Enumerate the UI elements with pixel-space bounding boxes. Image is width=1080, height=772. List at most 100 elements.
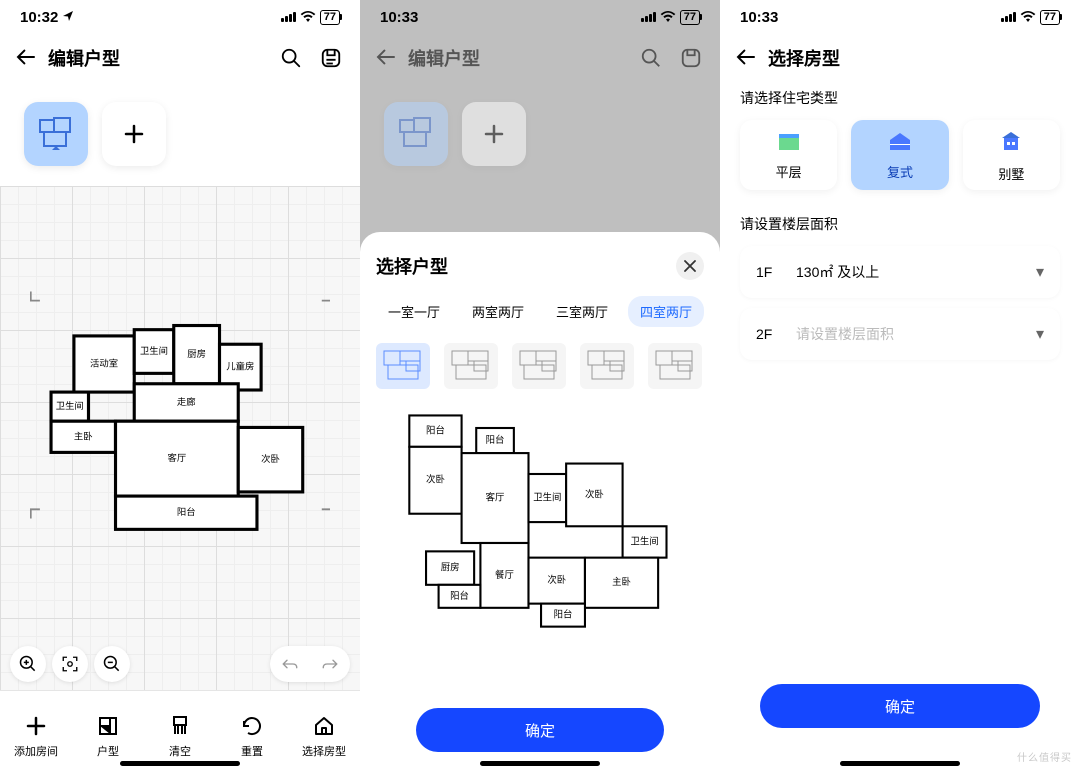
confirm-button[interactable]: 确定 xyxy=(416,708,664,752)
house-type-icon xyxy=(776,130,802,158)
tabbar-item-添加房间[interactable]: 添加房间 xyxy=(0,691,72,772)
status-time: 10:32 xyxy=(20,9,58,26)
room-label: 厨房 xyxy=(441,562,460,573)
navbar: 编辑户型 xyxy=(0,34,360,82)
room-label: 走廊 xyxy=(177,396,196,407)
thumbnail-row xyxy=(0,82,360,186)
+-icon xyxy=(24,713,48,739)
room-label: 客厅 xyxy=(168,452,187,463)
zoom-out-button[interactable] xyxy=(94,646,130,682)
status-bar: 10:32 77 xyxy=(0,0,360,34)
layout-tab[interactable]: 四室两厅 xyxy=(628,296,704,327)
battery-indicator: 77 xyxy=(680,10,700,25)
house-type-icon xyxy=(998,128,1024,160)
room-label: 阳台 xyxy=(426,425,445,436)
tabbar-label: 清空 xyxy=(169,743,191,759)
save-button[interactable] xyxy=(318,45,344,71)
plan-icon xyxy=(96,713,120,739)
home-icon xyxy=(312,713,336,739)
search-button[interactable] xyxy=(278,45,304,71)
back-button[interactable] xyxy=(736,45,756,71)
room-label: 阳台 xyxy=(486,434,505,445)
layout-tab[interactable]: 两室两厅 xyxy=(460,296,536,327)
page-title: 选择房型 xyxy=(768,45,1064,71)
room-label: 主卧 xyxy=(612,576,631,587)
house-type-label: 复式 xyxy=(887,162,913,181)
confirm-button[interactable]: 确定 xyxy=(760,684,1040,728)
floor-area-item[interactable]: 2F请设置楼层面积▾ xyxy=(740,308,1060,360)
chevron-down-icon: ▾ xyxy=(1036,262,1044,282)
status-bar: 10:33 77 xyxy=(360,0,720,34)
status-bar: 10:33 77 xyxy=(720,0,1080,34)
bottom-tabbar: 添加房间户型清空 重置选择房型 xyxy=(0,690,360,772)
house-type-card[interactable]: 平层 xyxy=(740,120,837,190)
tabbar-item-户型[interactable]: 户型 xyxy=(72,691,144,772)
house-type-label: 别墅 xyxy=(998,164,1024,183)
room-label: 阳台 xyxy=(450,590,469,601)
close-button[interactable] xyxy=(676,252,704,280)
page-title: 编辑户型 xyxy=(408,45,626,71)
undo-redo-controls xyxy=(270,646,350,682)
wifi-icon xyxy=(660,9,676,26)
room-label: 活动室 xyxy=(90,357,118,368)
room-label: 客厅 xyxy=(486,492,505,503)
sheet-title: 选择户型 xyxy=(376,253,448,279)
navbar: 编辑户型 xyxy=(360,34,720,82)
current-plan-thumb[interactable] xyxy=(24,102,88,166)
room-label: 次卧 xyxy=(547,574,566,585)
back-button[interactable] xyxy=(376,45,396,71)
search-button[interactable] xyxy=(638,45,664,71)
layout-tab[interactable]: 一室一厅 xyxy=(376,296,452,327)
layout-preset-thumb[interactable] xyxy=(512,343,566,389)
tabbar-item-清空[interactable]: 清空 xyxy=(144,691,216,772)
battery-indicator: 77 xyxy=(320,10,340,25)
wifi-icon xyxy=(300,9,316,26)
floor-value: 130㎡ 及以上 xyxy=(796,262,1036,282)
fit-screen-button[interactable] xyxy=(52,646,88,682)
layout-preset-thumb[interactable] xyxy=(580,343,634,389)
navbar: 选择房型 xyxy=(720,34,1080,82)
zoom-controls xyxy=(10,646,136,682)
redo-button[interactable] xyxy=(310,646,350,682)
thumbnail-row xyxy=(360,82,720,186)
battery-indicator: 77 xyxy=(1040,10,1060,25)
undo-button[interactable] xyxy=(270,646,310,682)
room-label: 儿童房 xyxy=(226,361,254,372)
section-label-floor: 请设置楼层面积 xyxy=(720,208,1080,246)
reset-icon xyxy=(240,713,264,739)
watermark: 什么值得买 xyxy=(1017,749,1072,764)
tabbar-label: 选择房型 xyxy=(302,743,346,759)
room-label: 次卧 xyxy=(261,453,280,464)
floor-id: 2F xyxy=(756,326,796,342)
floor-area-list: 1F130㎡ 及以上▾2F请设置楼层面积▾ xyxy=(720,246,1080,370)
house-type-card[interactable]: 别墅 xyxy=(963,120,1060,190)
location-icon xyxy=(62,9,74,26)
layout-tab[interactable]: 三室两厅 xyxy=(544,296,620,327)
floor-area-item[interactable]: 1F130㎡ 及以上▾ xyxy=(740,246,1060,298)
save-button[interactable] xyxy=(678,45,704,71)
floor-value: 请设置楼层面积 xyxy=(796,324,1036,344)
home-indicator xyxy=(480,761,600,766)
home-indicator xyxy=(840,761,960,766)
add-plan-button[interactable] xyxy=(462,102,526,166)
current-plan-thumb[interactable] xyxy=(384,102,448,166)
brush-icon xyxy=(168,713,192,739)
room-label: 阳台 xyxy=(177,506,196,517)
house-type-row: 平层复式 别墅 xyxy=(720,120,1080,208)
layout-picker-sheet: 选择户型 一室一厅两室两厅三室两厅四室两厅 阳台阳台次卧客厅卫生间次卧卫生间餐厅… xyxy=(360,232,720,772)
signal-icon xyxy=(641,12,656,22)
floorplan-canvas[interactable]: 活动室卫生间厨房儿童房卫生间走廊主卧储藏室客厅次卧阳台 xyxy=(0,186,360,690)
tabbar-item-重置[interactable]: 重置 xyxy=(216,691,288,772)
layout-preset-thumb[interactable] xyxy=(376,343,430,389)
layout-preset-thumb[interactable] xyxy=(444,343,498,389)
floor-id: 1F xyxy=(756,264,796,280)
tabbar-label: 添加房间 xyxy=(14,743,58,759)
zoom-in-button[interactable] xyxy=(10,646,46,682)
tabbar-item-选择房型[interactable]: 选择房型 xyxy=(288,691,360,772)
layout-preset-thumb[interactable] xyxy=(648,343,702,389)
room-label: 厨房 xyxy=(187,348,206,359)
room-label: 次卧 xyxy=(426,474,445,485)
add-plan-button[interactable] xyxy=(102,102,166,166)
back-button[interactable] xyxy=(16,45,36,71)
house-type-card[interactable]: 复式 xyxy=(851,120,948,190)
